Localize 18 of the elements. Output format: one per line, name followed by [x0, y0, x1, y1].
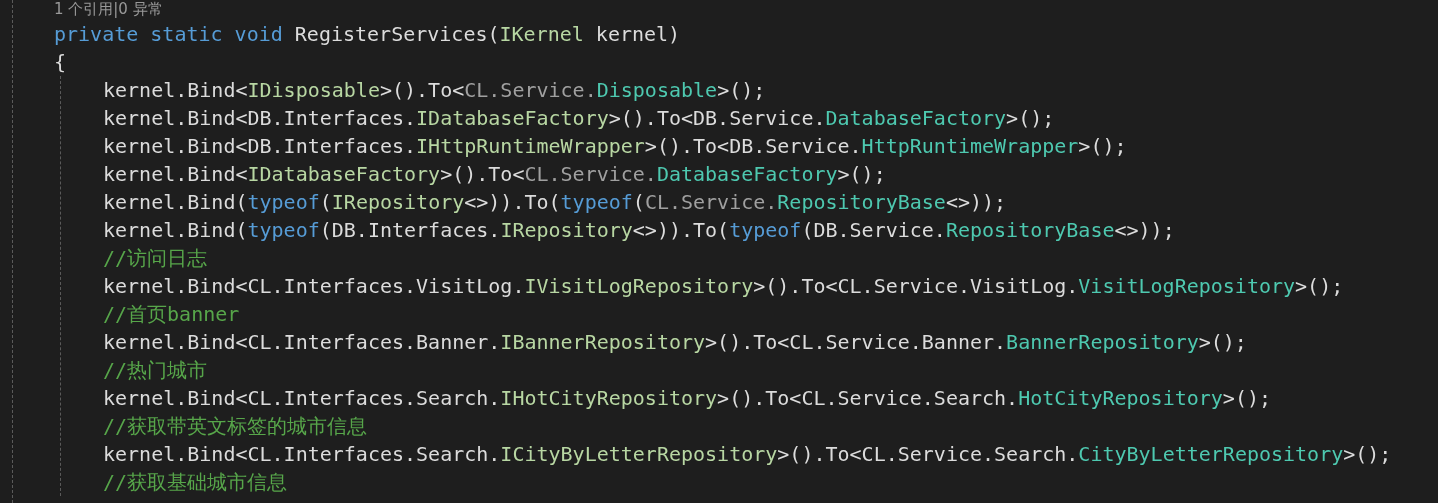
code-line: kernel.Bind<DB.Interfaces.IDatabaseFactory>().To<DB.Service.DatabaseFactory>(); [103, 105, 1055, 132]
code-comment: //热门城市 [103, 357, 208, 384]
code-comment: //首页banner [103, 301, 240, 328]
code-line: kernel.Bind<IDatabaseFactory>().To<CL.Service.DatabaseFactory>(); [103, 161, 886, 188]
code-line: kernel.Bind(typeof(IRepository<>)).To(typeof(CL.Service.RepositoryBase<>)); [103, 189, 1007, 216]
code-comment: //获取基础城市信息 [103, 469, 288, 496]
code-line: kernel.Bind<DB.Interfaces.IHttpRuntimeWrapper>().To<DB.Service.HttpRuntimeWrapper>(); [103, 133, 1127, 160]
code-line: kernel.Bind<CL.Interfaces.Banner.IBannerRepository>().To<CL.Service.Banner.BannerRepository>(); [103, 329, 1247, 356]
codelens-text[interactable]: 1 个引用|0 异常 [54, 0, 163, 18]
code-line: kernel.Bind(typeof(DB.Interfaces.IRepository<>)).To(typeof(DB.Service.RepositoryBase<>)); [103, 217, 1175, 244]
code-line: { [54, 49, 67, 76]
code-line: kernel.Bind<CL.Interfaces.Search.IHotCityRepository>().To<CL.Service.Search.HotCityRepository>(); [103, 385, 1271, 412]
code-line: private static void RegisterServices(IKernel kernel) [54, 21, 681, 48]
code-line: kernel.Bind<CL.Interfaces.VisitLog.IVisitLogRepository>().To<CL.Service.VisitLog.VisitLogRepository>(); [103, 273, 1344, 300]
code-comment: //访问日志 [103, 245, 208, 272]
code-line: kernel.Bind<CL.Interfaces.Search.ICityByLetterRepository>().To<CL.Service.Search.CityByLetterRepository>(); [103, 441, 1392, 468]
code-comment: //获取带英文标签的城市信息 [103, 413, 368, 440]
code-line: kernel.Bind<IDisposable>().To<CL.Service.Disposable>(); [103, 77, 766, 104]
